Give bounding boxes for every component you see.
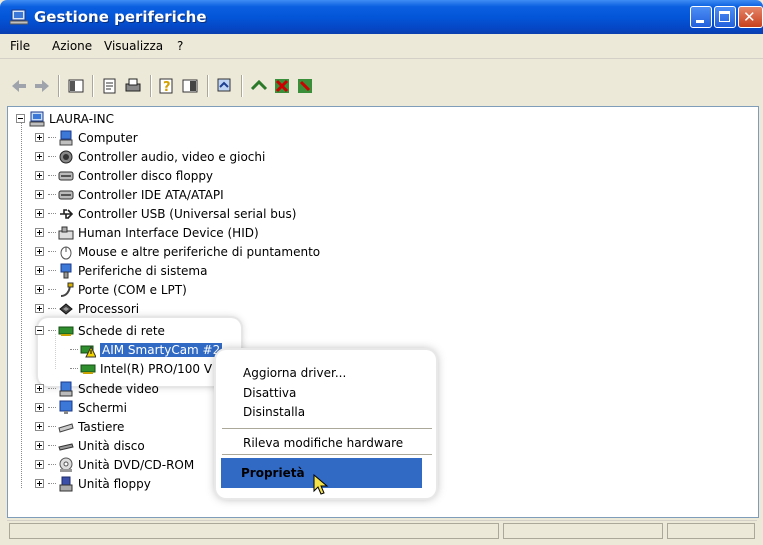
hid-keyboard-icon [58,226,74,239]
tree-item[interactable]: Mouse e altre periferiche di puntamento [35,242,320,261]
system-device-icon [60,263,72,278]
computer-icon [59,130,73,145]
forward-arrow-icon[interactable] [33,77,51,95]
dvd-drive-icon [59,457,73,472]
mouse-pointer-icon [313,474,329,495]
expand-toggle[interactable] [35,479,44,488]
network-card-icon [80,364,96,374]
processor-icon [59,302,73,315]
help-icon[interactable]: ? [158,77,176,95]
network-card-warning-icon [80,345,96,357]
floppy-controller-icon [58,171,74,180]
tree-item[interactable]: Schermi [35,398,127,417]
device-manager-icon [10,9,28,25]
tree-item[interactable]: Schede video [35,379,159,398]
monitor-icon [59,400,73,414]
properties-icon[interactable] [101,77,119,95]
menu-item-uninstall[interactable]: Disinstalla [243,405,305,419]
expand-toggle[interactable] [35,171,44,180]
speaker-icon [59,150,73,163]
expand-toggle[interactable] [35,266,44,275]
window-title: Gestione periferiche [34,8,207,26]
status-pane-main [9,523,499,539]
tree-item[interactable]: Unità floppy [35,474,151,493]
tree-item-aim-smartycam[interactable]: AIM SmartyCam #2 [70,340,223,359]
tree-item[interactable]: Unità disco [35,436,145,455]
disable-device-icon[interactable] [273,77,291,95]
tree-item-intel-pro[interactable]: Intel(R) PRO/100 V [70,359,212,378]
expand-toggle[interactable] [35,285,44,294]
tree-item[interactable]: Tastiere [35,417,124,436]
tree-item[interactable]: Porte (COM e LPT) [35,280,187,299]
maximize-button[interactable] [714,6,736,28]
mouse-icon [60,246,72,259]
expand-toggle[interactable] [35,304,44,313]
menu-file[interactable]: File [10,39,30,53]
expand-toggle[interactable] [35,247,44,256]
show-hide-console-tree-icon[interactable] [67,77,85,95]
expand-toggle[interactable] [35,152,44,161]
floppy-drive-icon [59,476,73,491]
menu-item-properties-label: Proprietà [241,466,305,480]
expand-toggle[interactable] [35,403,44,412]
view-icon[interactable] [181,77,199,95]
tree-root-row[interactable]: LAURA-INC [16,109,114,128]
tree-item[interactable]: Periferiche di sistema [35,261,207,280]
minimize-button[interactable] [690,6,712,28]
back-arrow-icon[interactable] [10,77,28,95]
expand-toggle[interactable] [35,209,44,218]
disk-drive-icon [58,442,74,451]
collapse-toggle[interactable] [16,114,25,123]
title-bar[interactable]: Gestione periferiche ✕ [0,0,763,34]
expand-toggle[interactable] [35,422,44,431]
tree-item[interactable]: Human Interface Device (HID) [35,223,259,242]
computer-icon [29,111,45,126]
status-bar [7,520,757,541]
port-icon [60,282,74,297]
menu-item-scan-hardware[interactable]: Rileva modifiche hardware [243,436,403,450]
tree-item[interactable]: Unità DVD/CD-ROM [35,455,194,474]
expand-toggle[interactable] [35,460,44,469]
expand-toggle[interactable] [35,190,44,199]
tree-item[interactable]: Processori [35,299,139,318]
context-menu: Aggiorna driver... Disattiva Disinstalla… [216,350,436,498]
usb-icon [60,208,74,219]
expand-toggle[interactable] [35,441,44,450]
status-pane-2 [503,523,663,539]
keyboard-icon [58,422,74,433]
menu-visualizza[interactable]: Visualizza [104,39,163,53]
menu-azione[interactable]: Azione [52,39,92,53]
menu-item-update-driver[interactable]: Aggiorna driver... [243,366,346,380]
menu-bar: File Azione Visualizza ? [0,34,763,59]
tree-item[interactable]: Controller audio, video e giochi [35,147,265,166]
uninstall-icon[interactable] [296,77,314,95]
tree-item[interactable]: Computer [35,128,138,147]
menu-separator [222,454,432,455]
tree-item[interactable]: Controller USB (Universal serial bus) [35,204,296,223]
menu-help[interactable]: ? [177,39,183,53]
tree-root-label: LAURA-INC [49,111,114,126]
status-pane-3 [667,523,755,539]
svg-text:?: ? [163,80,171,95]
scan-hardware-icon[interactable] [216,77,234,95]
ide-controller-icon [58,190,74,199]
tree-item[interactable]: Controller IDE ATA/ATAPI [35,185,224,204]
collapse-toggle[interactable] [35,326,44,335]
device-manager-window: Gestione periferiche ✕ File Azione Visua… [0,0,763,545]
video-card-icon [59,381,73,396]
update-driver-icon[interactable] [250,77,268,95]
tree-item[interactable]: Controller disco floppy [35,166,213,185]
toolbar: ? [0,59,763,107]
tree-item-network-adapters[interactable]: Schede di rete [35,321,165,340]
close-button[interactable]: ✕ [738,6,763,28]
expand-toggle[interactable] [35,228,44,237]
expand-toggle[interactable] [35,133,44,142]
expand-toggle[interactable] [35,384,44,393]
print-icon[interactable] [124,77,142,95]
menu-item-disable[interactable]: Disattiva [243,386,296,400]
menu-separator [222,428,432,429]
network-card-icon [58,326,74,336]
